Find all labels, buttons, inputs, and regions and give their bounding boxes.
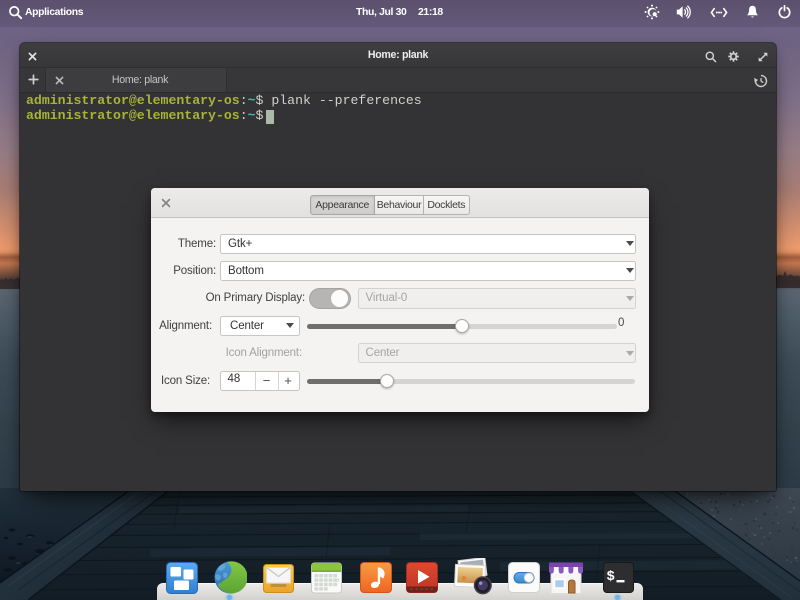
svg-text:$: $ bbox=[606, 569, 614, 585]
